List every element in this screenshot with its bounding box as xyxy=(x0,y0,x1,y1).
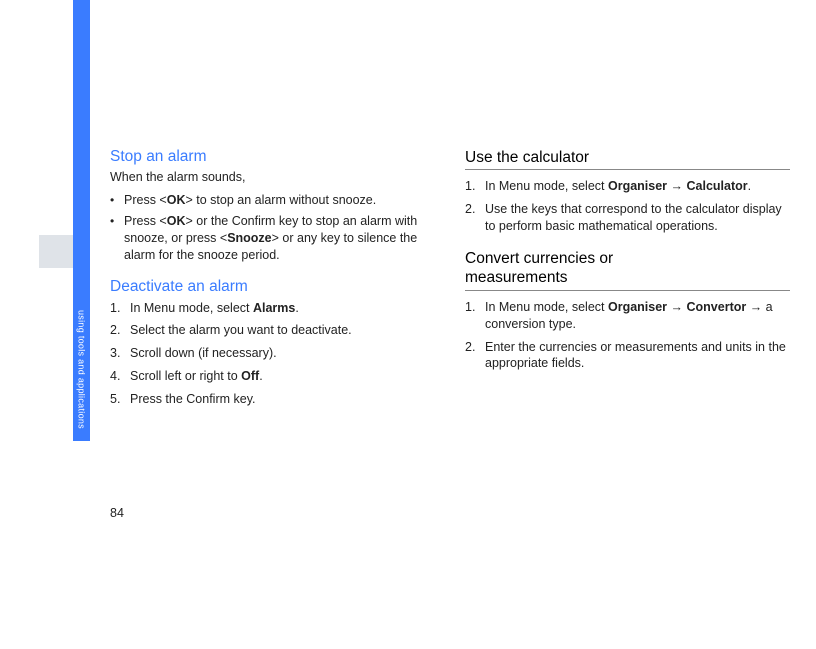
step-item: Press the Confirm key. xyxy=(110,391,435,408)
text: In Menu mode, select xyxy=(130,301,253,315)
right-column: Use the calculator In Menu mode, select … xyxy=(465,148,790,422)
text: Select the alarm you want to deactivate. xyxy=(130,323,352,337)
side-tab-stub xyxy=(39,235,73,268)
bullets-stop-alarm: Press <OK> to stop an alarm without snoo… xyxy=(110,192,435,264)
steps-convert: In Menu mode, select Organiser → Convert… xyxy=(465,299,790,373)
text: Scroll down (if necessary). xyxy=(130,346,277,360)
arrow-icon: → xyxy=(667,179,686,193)
left-column: Stop an alarm When the alarm sounds, Pre… xyxy=(110,148,435,422)
step-item: Enter the currencies or measurements and… xyxy=(465,339,790,373)
text: . xyxy=(748,179,751,193)
bold-organiser: Organiser xyxy=(608,300,667,314)
bold-calculator: Calculator xyxy=(687,179,748,193)
intro-stop-alarm: When the alarm sounds, xyxy=(110,170,435,184)
bold-organiser: Organiser xyxy=(608,179,667,193)
step-item: Use the keys that correspond to the calc… xyxy=(465,201,790,235)
text: Use the keys that correspond to the calc… xyxy=(485,202,782,233)
text: In Menu mode, select xyxy=(485,179,608,193)
step-item: In Menu mode, select Organiser → Calcula… xyxy=(465,178,790,195)
text: . xyxy=(259,369,262,383)
heading-convert-line1: Convert currencies or xyxy=(465,250,613,267)
text: . xyxy=(295,301,298,315)
heading-stop-alarm: Stop an alarm xyxy=(110,148,435,166)
bold-convertor: Convertor xyxy=(687,300,747,314)
arrow-icon: → xyxy=(667,300,686,314)
step-item: In Menu mode, select Organiser → Convert… xyxy=(465,299,790,333)
bullet-item: Press <OK> to stop an alarm without snoo… xyxy=(110,192,435,209)
heading-rule xyxy=(465,290,790,291)
bold-snooze: Snooze xyxy=(227,231,271,245)
step-item: Select the alarm you want to deactivate. xyxy=(110,322,435,339)
bold-ok: OK xyxy=(167,193,186,207)
heading-use-calculator: Use the calculator xyxy=(465,148,790,167)
bullet-item: Press <OK> or the Confirm key to stop an… xyxy=(110,213,435,264)
text: Scroll left or right to xyxy=(130,369,241,383)
text: Enter the currencies or measurements and… xyxy=(485,340,786,371)
text: In Menu mode, select xyxy=(485,300,608,314)
heading-deactivate-alarm: Deactivate an alarm xyxy=(110,278,435,296)
text: Press < xyxy=(124,214,167,228)
steps-deactivate-alarm: In Menu mode, select Alarms. Select the … xyxy=(110,300,435,408)
text: Press < xyxy=(124,193,167,207)
text: > to stop an alarm without snooze. xyxy=(185,193,376,207)
bold-ok: OK xyxy=(167,214,186,228)
bold-off: Off xyxy=(241,369,259,383)
bold-alarms: Alarms xyxy=(253,301,295,315)
heading-convert: Convert currencies or measurements xyxy=(465,249,790,288)
step-item: Scroll left or right to Off. xyxy=(110,368,435,385)
page-content: Stop an alarm When the alarm sounds, Pre… xyxy=(110,148,790,422)
step-item: Scroll down (if necessary). xyxy=(110,345,435,362)
step-item: In Menu mode, select Alarms. xyxy=(110,300,435,317)
steps-use-calculator: In Menu mode, select Organiser → Calcula… xyxy=(465,178,790,235)
side-tab-label: using tools and applications xyxy=(73,0,90,441)
heading-convert-line2: measurements xyxy=(465,269,568,286)
page-number: 84 xyxy=(110,506,124,520)
heading-rule xyxy=(465,169,790,170)
text: Press the Confirm key. xyxy=(130,392,256,406)
